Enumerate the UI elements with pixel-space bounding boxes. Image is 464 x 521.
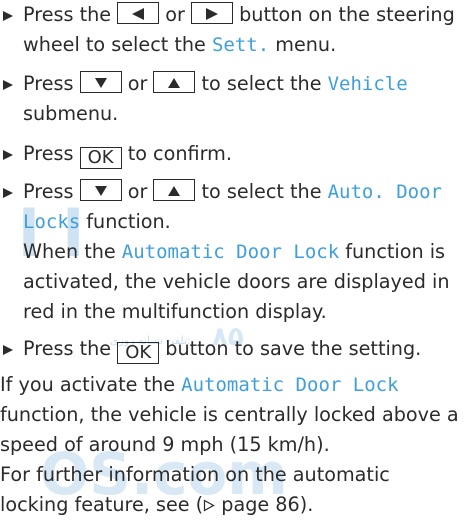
menu-term: Sett. bbox=[211, 34, 270, 56]
step-text: button to save the setting. bbox=[159, 337, 422, 360]
step-text: or bbox=[121, 180, 154, 203]
step-text: Press bbox=[23, 72, 80, 95]
function-term: Automatic Door Lock bbox=[121, 241, 340, 263]
ok-key: OK bbox=[117, 342, 160, 364]
step-bullet-icon bbox=[3, 345, 13, 355]
step-text: Press bbox=[23, 142, 80, 165]
step-text: Press bbox=[23, 180, 80, 203]
page-reference-icon bbox=[204, 499, 215, 512]
paragraph-text: If you activate the bbox=[0, 373, 182, 396]
step-text: submenu. bbox=[23, 102, 119, 125]
function-term: Automatic Door Lock bbox=[181, 374, 399, 396]
step-note-text: When the bbox=[23, 240, 122, 263]
page-reference-link[interactable]: page 86). bbox=[215, 493, 313, 516]
paragraph-text: function, the vehicle is centrally locke… bbox=[0, 403, 459, 456]
step-text: Press the bbox=[23, 3, 118, 26]
step-bullet-icon bbox=[3, 11, 13, 21]
step-text: or bbox=[121, 72, 154, 95]
instruction-step: Press OK to confirm. bbox=[3, 139, 464, 169]
step-text: Press the bbox=[23, 337, 118, 360]
reference-paragraph: For further information on the automatic… bbox=[0, 460, 464, 520]
step-text: to confirm. bbox=[121, 142, 232, 165]
left-arrow-key-icon bbox=[117, 2, 160, 24]
step-text: or bbox=[159, 3, 192, 26]
ok-key: OK bbox=[79, 147, 122, 169]
step-text: function. bbox=[80, 210, 171, 233]
step-bullet-icon bbox=[3, 80, 13, 90]
instruction-step: Press or to select the Auto. Door Locks … bbox=[3, 177, 464, 327]
instruction-step: Press the OK button to save the setting. bbox=[3, 334, 464, 364]
down-arrow-key-icon bbox=[79, 179, 122, 201]
step-bullet-icon bbox=[3, 188, 13, 198]
right-arrow-key-icon bbox=[191, 2, 234, 24]
step-text: menu. bbox=[269, 33, 337, 56]
info-paragraph: If you activate the Automatic Door Lock … bbox=[0, 370, 464, 460]
menu-term: Vehicle bbox=[327, 73, 408, 95]
step-text: to select the bbox=[195, 180, 328, 203]
instruction-step: Press the or button on the steering whee… bbox=[3, 0, 464, 60]
step-bullet-icon bbox=[3, 150, 13, 160]
paragraph-text: For further information on the automatic… bbox=[0, 463, 390, 516]
up-arrow-key-icon bbox=[153, 179, 196, 201]
down-arrow-key-icon bbox=[79, 71, 122, 93]
up-arrow-key-icon bbox=[153, 71, 196, 93]
instruction-step: Press or to select the Vehicle submenu. bbox=[3, 69, 464, 129]
step-text: to select the bbox=[195, 72, 328, 95]
